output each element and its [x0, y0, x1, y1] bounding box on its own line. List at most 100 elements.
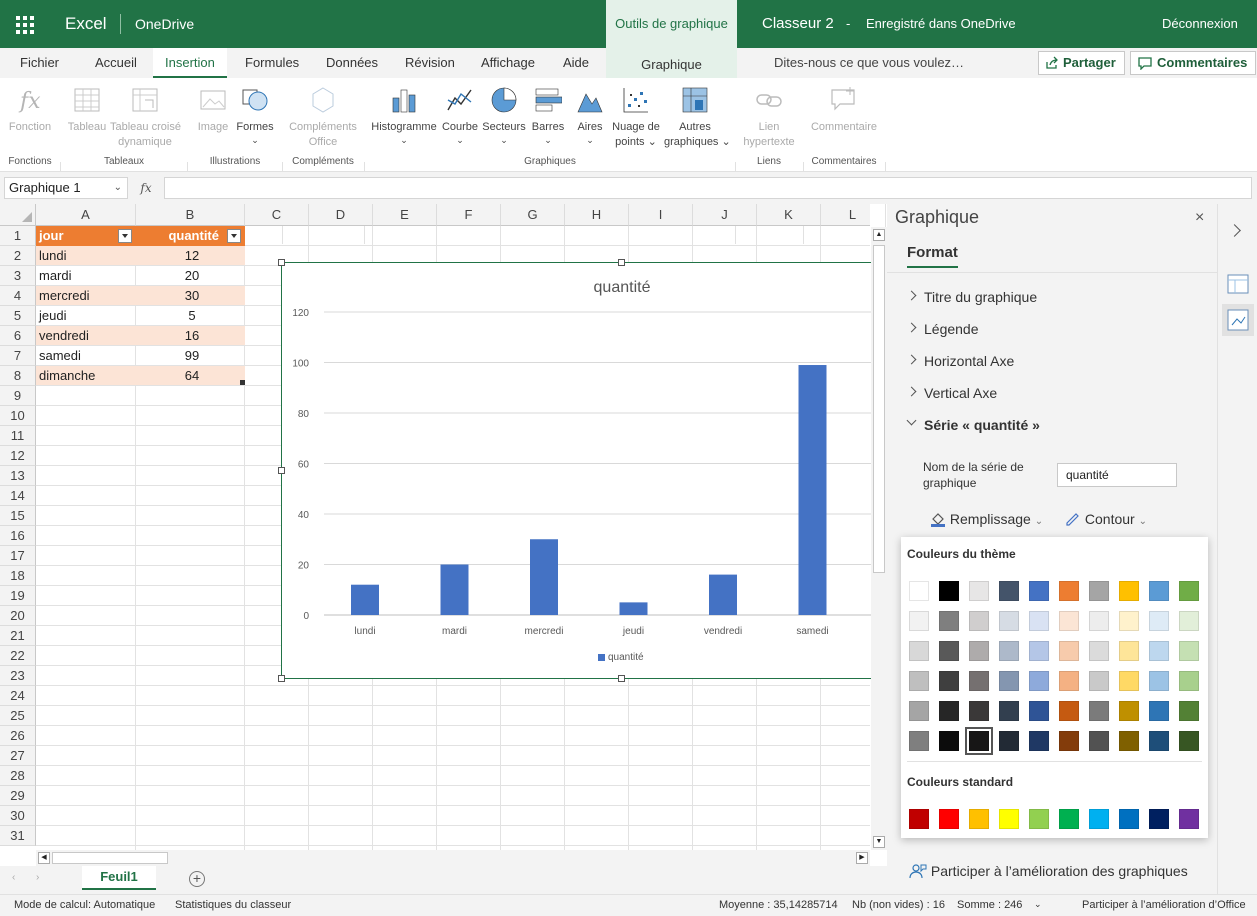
table-cell-jour[interactable]: lundi: [36, 246, 136, 266]
insert-function-icon[interactable]: fx: [134, 177, 158, 199]
table-cell-jour[interactable]: mercredi: [36, 286, 136, 306]
prev-sheet-icon[interactable]: ‹: [12, 872, 15, 883]
color-swatch[interactable]: [1029, 641, 1049, 661]
color-swatch[interactable]: [1149, 671, 1169, 691]
row-header[interactable]: 14: [0, 486, 36, 506]
next-sheet-icon[interactable]: ›: [36, 872, 39, 883]
table-cell-quantite[interactable]: 99: [136, 346, 245, 366]
name-box[interactable]: Graphique 1 ⌄: [4, 177, 128, 199]
color-swatch[interactable]: [1029, 671, 1049, 691]
color-swatch[interactable]: [1149, 641, 1169, 661]
chart-pane-icon[interactable]: [1227, 309, 1249, 331]
tab-revision[interactable]: Révision: [405, 48, 455, 78]
comments-button[interactable]: Commentaires: [1130, 51, 1257, 75]
color-swatch[interactable]: [909, 611, 929, 631]
color-swatch[interactable]: [969, 671, 989, 691]
color-swatch[interactable]: [1089, 809, 1109, 829]
color-swatch[interactable]: [1179, 731, 1199, 751]
row-header[interactable]: 16: [0, 526, 36, 546]
row-header[interactable]: 5: [0, 306, 36, 326]
tab-affichage[interactable]: Affichage: [481, 48, 535, 78]
scroll-down-icon[interactable]: ▼: [873, 836, 885, 848]
table-header-jour[interactable]: jour: [36, 226, 136, 246]
color-swatch[interactable]: [1059, 641, 1079, 661]
filter-dropdown-icon[interactable]: [227, 229, 241, 243]
color-swatch[interactable]: [1089, 641, 1109, 661]
color-swatch[interactable]: [939, 641, 959, 661]
color-swatch[interactable]: [1119, 671, 1139, 691]
resize-handle[interactable]: [278, 259, 285, 266]
resize-handle[interactable]: [278, 675, 285, 682]
color-swatch[interactable]: [909, 809, 929, 829]
scroll-right-icon[interactable]: ▶: [856, 852, 868, 864]
hyperlink-button[interactable]: Lien hypertexte: [740, 78, 798, 150]
color-swatch[interactable]: [969, 701, 989, 721]
color-swatch[interactable]: [1119, 809, 1139, 829]
office-addins-button[interactable]: Compléments Office: [286, 78, 360, 150]
color-swatch[interactable]: [909, 671, 929, 691]
color-swatch[interactable]: [1179, 809, 1199, 829]
table-cell-jour[interactable]: vendredi: [36, 326, 136, 346]
table-cell-quantite[interactable]: 20: [136, 266, 245, 286]
tell-me-search[interactable]: Dites-nous ce que vous voulez…: [774, 48, 964, 78]
row-header[interactable]: 31: [0, 826, 36, 846]
color-swatch[interactable]: [1149, 611, 1169, 631]
table-cell-jour[interactable]: dimanche: [36, 366, 136, 386]
color-swatch[interactable]: [969, 809, 989, 829]
color-swatch[interactable]: [999, 701, 1019, 721]
tab-donnees[interactable]: Données: [326, 48, 378, 78]
color-swatch[interactable]: [1029, 611, 1049, 631]
row-header[interactable]: 3: [0, 266, 36, 286]
chart-title[interactable]: quantité: [594, 279, 651, 296]
tab-formules[interactable]: Formules: [245, 48, 299, 78]
color-swatch[interactable]: [1179, 611, 1199, 631]
color-swatch[interactable]: [1089, 581, 1109, 601]
table-cell-quantite[interactable]: 64: [136, 366, 245, 386]
insert-shapes-button[interactable]: Formes ⌄: [234, 78, 276, 150]
color-swatch[interactable]: [909, 641, 929, 661]
color-swatch[interactable]: [909, 701, 929, 721]
bar-chart-button[interactable]: Barres ⌄: [528, 78, 568, 150]
table-cell-quantite[interactable]: 12: [136, 246, 245, 266]
status-sum[interactable]: Somme : 246: [957, 899, 1022, 911]
bar[interactable]: [709, 574, 737, 615]
legend-label[interactable]: quantité: [608, 652, 644, 663]
color-swatch[interactable]: [1149, 809, 1169, 829]
table-resize-handle[interactable]: [240, 380, 245, 385]
chevron-down-icon[interactable]: ⌄: [1034, 899, 1042, 910]
tab-insertion[interactable]: Insertion: [153, 48, 227, 78]
column-header[interactable]: A: [36, 204, 136, 226]
column-header[interactable]: B: [136, 204, 245, 226]
app-name[interactable]: Excel: [65, 0, 107, 48]
vertical-scroll-thumb[interactable]: [873, 245, 885, 573]
fill-dropdown[interactable]: Remplissage ⌄: [930, 511, 1043, 531]
improve-office-link[interactable]: Participer à l’amélioration d’Office: [1082, 899, 1246, 911]
row-header[interactable]: 6: [0, 326, 36, 346]
table-cell-jour[interactable]: mardi: [36, 266, 136, 286]
series-name-input[interactable]: quantité: [1057, 463, 1177, 487]
color-swatch[interactable]: [1059, 701, 1079, 721]
row-header[interactable]: 21: [0, 626, 36, 646]
line-chart-button[interactable]: Courbe ⌄: [440, 78, 480, 150]
color-swatch[interactable]: [1119, 701, 1139, 721]
new-comment-button[interactable]: Commentaire: [808, 78, 880, 150]
close-icon[interactable]: ×: [1195, 209, 1204, 227]
bar[interactable]: [530, 539, 558, 615]
vertical-scrollbar[interactable]: ▲ ▼: [871, 227, 887, 850]
pivot-table-button[interactable]: Tableau croisé dynamique: [110, 78, 181, 150]
section-legend[interactable]: Légende: [887, 318, 1217, 342]
section-series[interactable]: Série « quantité »: [887, 414, 1217, 438]
add-sheet-icon[interactable]: +: [189, 871, 205, 887]
color-swatch[interactable]: [909, 581, 929, 601]
table-cell-jour[interactable]: jeudi: [36, 306, 136, 326]
sheet-tab-feuil1[interactable]: Feuil1: [82, 866, 156, 890]
color-swatch[interactable]: [999, 581, 1019, 601]
row-header[interactable]: 7: [0, 346, 36, 366]
row-header[interactable]: 23: [0, 666, 36, 686]
column-header[interactable]: F: [437, 204, 501, 226]
bar[interactable]: [619, 602, 648, 615]
row-header[interactable]: 24: [0, 686, 36, 706]
color-swatch[interactable]: [939, 731, 959, 751]
color-swatch[interactable]: [939, 809, 959, 829]
color-swatch[interactable]: [939, 581, 959, 601]
